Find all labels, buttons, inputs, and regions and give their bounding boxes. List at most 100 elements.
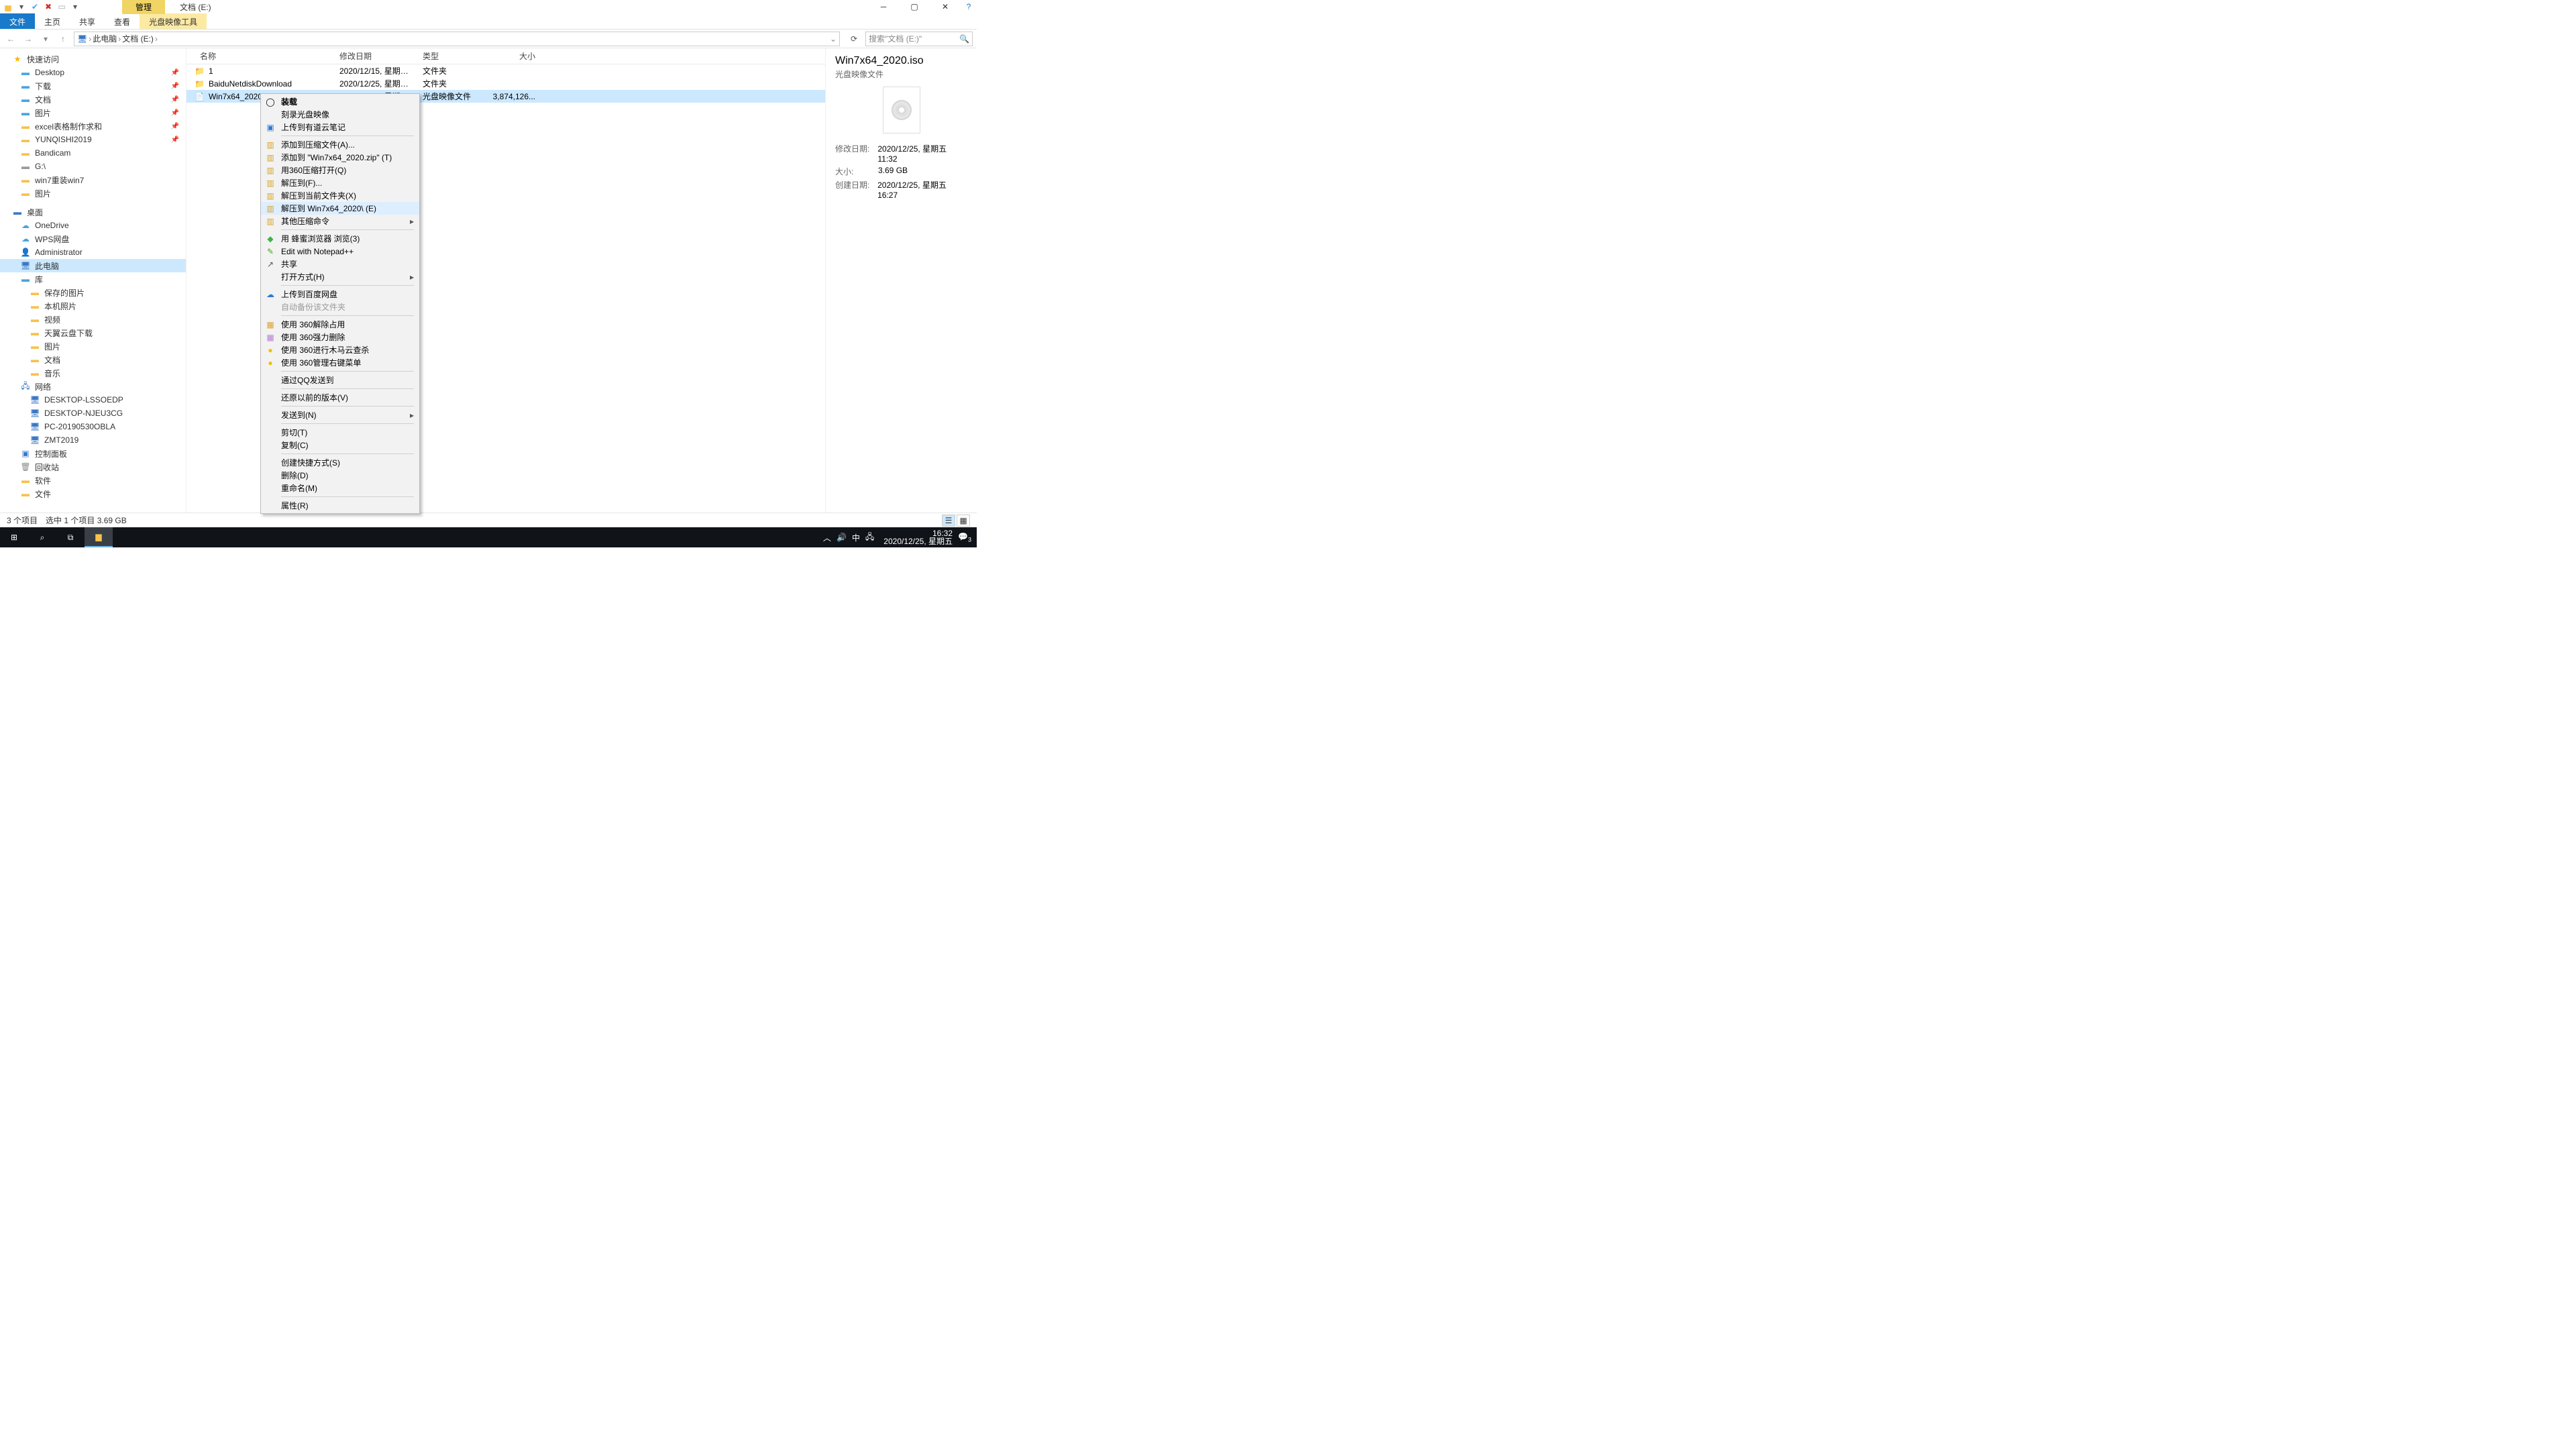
tab-share[interactable]: 共享 <box>70 13 105 29</box>
tree-this-pc[interactable]: 🖥此电脑 <box>0 259 186 272</box>
context-menu-item[interactable]: 刻录光盘映像 <box>261 108 419 121</box>
qat-more-icon[interactable]: ▾ <box>70 1 80 12</box>
context-menu-item[interactable]: ▦使用 360强力删除 <box>261 331 419 343</box>
tree-files[interactable]: ▬文件 <box>0 487 186 500</box>
tree-documents[interactable]: ▬文档📌 <box>0 93 186 106</box>
tree-excel-folder[interactable]: ▬excel表格制作求和📌 <box>0 119 186 133</box>
up-button[interactable]: ↑ <box>56 32 70 46</box>
context-menu-item[interactable]: ▥添加到 "Win7x64_2020.zip" (T) <box>261 151 419 164</box>
qat-dropdown-icon[interactable]: ▾ <box>16 1 27 12</box>
chevron-right-icon[interactable]: › <box>118 34 121 44</box>
tree-saved-pictures[interactable]: ▬保存的图片 <box>0 286 186 299</box>
context-menu-item[interactable]: ▥解压到当前文件夹(X) <box>261 189 419 202</box>
action-center-icon[interactable]: 💬3 <box>958 532 971 543</box>
context-tab[interactable]: 管理 <box>122 0 165 14</box>
context-menu-item[interactable]: 通过QQ发送到 <box>261 374 419 386</box>
explorer-taskbar-button[interactable]: ▆ <box>85 527 113 547</box>
check-icon[interactable]: ✔ <box>30 1 40 12</box>
tree-videos[interactable]: ▬视频 <box>0 313 186 326</box>
tree-local-pictures[interactable]: ▬本机照片 <box>0 299 186 313</box>
tree-sky-download[interactable]: ▬天翼云盘下载 <box>0 326 186 339</box>
tree-software[interactable]: ▬软件 <box>0 474 186 487</box>
context-menu-item[interactable]: ▥用360压缩打开(Q) <box>261 164 419 176</box>
context-menu-item[interactable]: 发送到(N)▸ <box>261 409 419 421</box>
context-menu-item[interactable]: ✎Edit with Notepad++ <box>261 245 419 258</box>
start-button[interactable]: ⊞ <box>0 527 28 547</box>
tree-desktop-root[interactable]: ▬桌面 <box>0 205 186 219</box>
tree-network[interactable]: 🖧网络 <box>0 380 186 393</box>
tree-music[interactable]: ▬音乐 <box>0 366 186 380</box>
breadcrumb-pc[interactable]: 此电脑 <box>93 33 117 44</box>
network-icon[interactable]: 🖧 <box>865 531 874 545</box>
search-input[interactable]: 搜索"文档 (E:)" 🔍 <box>865 32 973 46</box>
context-menu-item[interactable]: ▥解压到(F)... <box>261 176 419 189</box>
tree-administrator[interactable]: 👤Administrator <box>0 246 186 259</box>
tree-network-pc[interactable]: 🖥DESKTOP-NJEU3CG <box>0 407 186 420</box>
tree-pictures2[interactable]: ▬图片 <box>0 186 186 200</box>
context-menu-item[interactable]: 删除(D) <box>261 469 419 482</box>
view-icons-button[interactable]: ▦ <box>957 515 970 527</box>
chevron-right-icon[interactable]: › <box>89 34 91 44</box>
tab-view[interactable]: 查看 <box>105 13 140 29</box>
context-menu-item[interactable]: ▥其他压缩命令▸ <box>261 215 419 227</box>
tree-bandicam[interactable]: ▬Bandicam <box>0 146 186 160</box>
maximize-button[interactable]: ▢ <box>899 0 930 13</box>
column-name[interactable]: 名称 <box>186 50 335 62</box>
context-menu-item[interactable]: ●使用 360管理右键菜单 <box>261 356 419 369</box>
tree-yunqishi[interactable]: ▬YUNQISHI2019📌 <box>0 133 186 146</box>
tree-pictures[interactable]: ▬图片📌 <box>0 106 186 119</box>
folder-icon[interactable]: ▅ <box>3 1 13 12</box>
tree-wps[interactable]: ☁WPS网盘 <box>0 232 186 246</box>
tree-quick-access[interactable]: ★快速访问 <box>0 52 186 66</box>
tree-g-drive[interactable]: ▬G:\ <box>0 160 186 173</box>
context-menu-item[interactable]: 剪切(T) <box>261 426 419 439</box>
context-menu-item[interactable]: ●使用 360进行木马云查杀 <box>261 343 419 356</box>
context-menu-item[interactable]: ◯装载 <box>261 95 419 108</box>
breadcrumb-dropdown-icon[interactable]: ⌄ <box>830 34 837 44</box>
tree-libraries[interactable]: ▬库 <box>0 272 186 286</box>
tree-pictures3[interactable]: ▬图片 <box>0 339 186 353</box>
context-menu-item[interactable]: 属性(R) <box>261 499 419 512</box>
context-menu-item[interactable]: ↗共享 <box>261 258 419 270</box>
taskbar-clock[interactable]: 16:322020/12/25, 星期五 <box>883 529 953 545</box>
view-details-button[interactable]: ☰ <box>942 515 955 527</box>
tree-network-pc[interactable]: 🖥ZMT2019 <box>0 433 186 447</box>
tab-file[interactable]: 文件 <box>0 13 35 29</box>
column-type[interactable]: 类型 <box>419 50 486 62</box>
back-button[interactable]: ← <box>4 32 17 46</box>
context-menu-item[interactable]: ▥解压到 Win7x64_2020\ (E) <box>261 202 419 215</box>
tree-network-pc[interactable]: 🖥PC-20190530OBLA <box>0 420 186 433</box>
tree-network-pc[interactable]: 🖥DESKTOP-LSSOEDP <box>0 393 186 407</box>
task-view-button[interactable]: ⧉ <box>56 527 85 547</box>
close-icon[interactable]: ✖ <box>43 1 54 12</box>
tab-home[interactable]: 主页 <box>35 13 70 29</box>
new-folder-icon[interactable]: ▭ <box>56 1 67 12</box>
tray-chevron-up-icon[interactable]: ︿ <box>823 532 831 543</box>
tree-onedrive[interactable]: ☁OneDrive <box>0 219 186 232</box>
column-size[interactable]: 大小 <box>486 50 539 62</box>
ime-indicator[interactable]: 中 <box>852 532 860 543</box>
context-menu-item[interactable]: 还原以前的版本(V) <box>261 391 419 404</box>
context-menu-item[interactable]: ◆用 蜂蜜浏览器 浏览(3) <box>261 232 419 245</box>
tree-downloads[interactable]: ▬下载📌 <box>0 79 186 93</box>
context-menu-item[interactable]: 复制(C) <box>261 439 419 451</box>
volume-icon[interactable]: 🔊 <box>837 533 847 542</box>
file-row[interactable]: 📁BaiduNetdiskDownload 2020/12/25, 星期五 1.… <box>186 77 825 90</box>
context-menu-item[interactable]: ▦使用 360解除占用 <box>261 318 419 331</box>
tree-control-panel[interactable]: ▣控制面板 <box>0 447 186 460</box>
refresh-button[interactable]: ⟳ <box>847 32 861 46</box>
context-menu-item[interactable]: 重命名(M) <box>261 482 419 494</box>
breadcrumb[interactable]: 🖥 › 此电脑 › 文档 (E:) › ⌄ <box>74 32 840 46</box>
forward-button[interactable]: → <box>21 32 35 46</box>
search-icon[interactable]: 🔍 <box>959 34 969 44</box>
tree-desktop[interactable]: ▬Desktop📌 <box>0 66 186 79</box>
context-menu-item[interactable]: ▥添加到压缩文件(A)... <box>261 138 419 151</box>
minimize-button[interactable]: ─ <box>868 0 899 13</box>
tree-win7[interactable]: ▬win7重装win7 <box>0 173 186 186</box>
chevron-right-icon[interactable]: › <box>155 34 158 44</box>
recent-dropdown-icon[interactable]: ▾ <box>39 32 52 46</box>
tab-disc-tools[interactable]: 光盘映像工具 <box>140 13 207 29</box>
close-button[interactable]: ✕ <box>930 0 961 13</box>
context-menu-item[interactable]: ☁上传到百度网盘 <box>261 288 419 301</box>
help-icon[interactable]: ? <box>961 0 977 13</box>
